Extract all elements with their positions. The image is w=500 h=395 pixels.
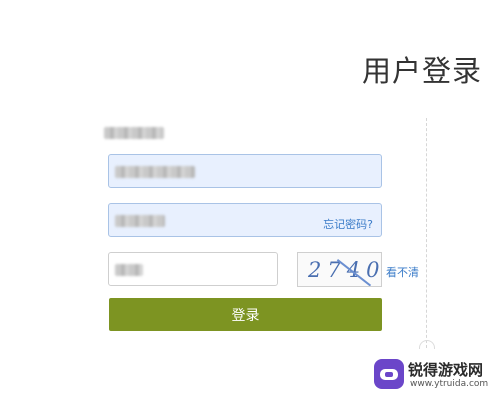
divider-line [426,118,427,348]
watermark: 锐得游戏网 www.ytruida.com [370,356,500,395]
captcha-image-text: 2740 [308,258,382,282]
watermark-name: 锐得游戏网 [408,361,484,379]
login-button[interactable]: 登录 [109,298,382,331]
captcha-image[interactable]: 2740 [297,252,382,287]
username-field[interactable] [108,154,382,188]
username-value-blurred [115,166,195,178]
page-title: 用户登录 [362,54,483,88]
watermark-url: www.ytruida.com [410,379,489,389]
password-value-blurred [115,215,165,227]
password-field[interactable]: 忘记密码? [108,203,382,237]
refresh-captcha-link[interactable]: 看不清 [386,264,419,280]
captcha-value-blurred [115,264,143,276]
account-label-blurred [104,127,164,139]
captcha-field[interactable] [108,252,278,286]
gamepad-logo-icon [374,359,404,389]
divider-cap [419,340,435,349]
forgot-password-link[interactable]: 忘记密码? [323,216,373,232]
